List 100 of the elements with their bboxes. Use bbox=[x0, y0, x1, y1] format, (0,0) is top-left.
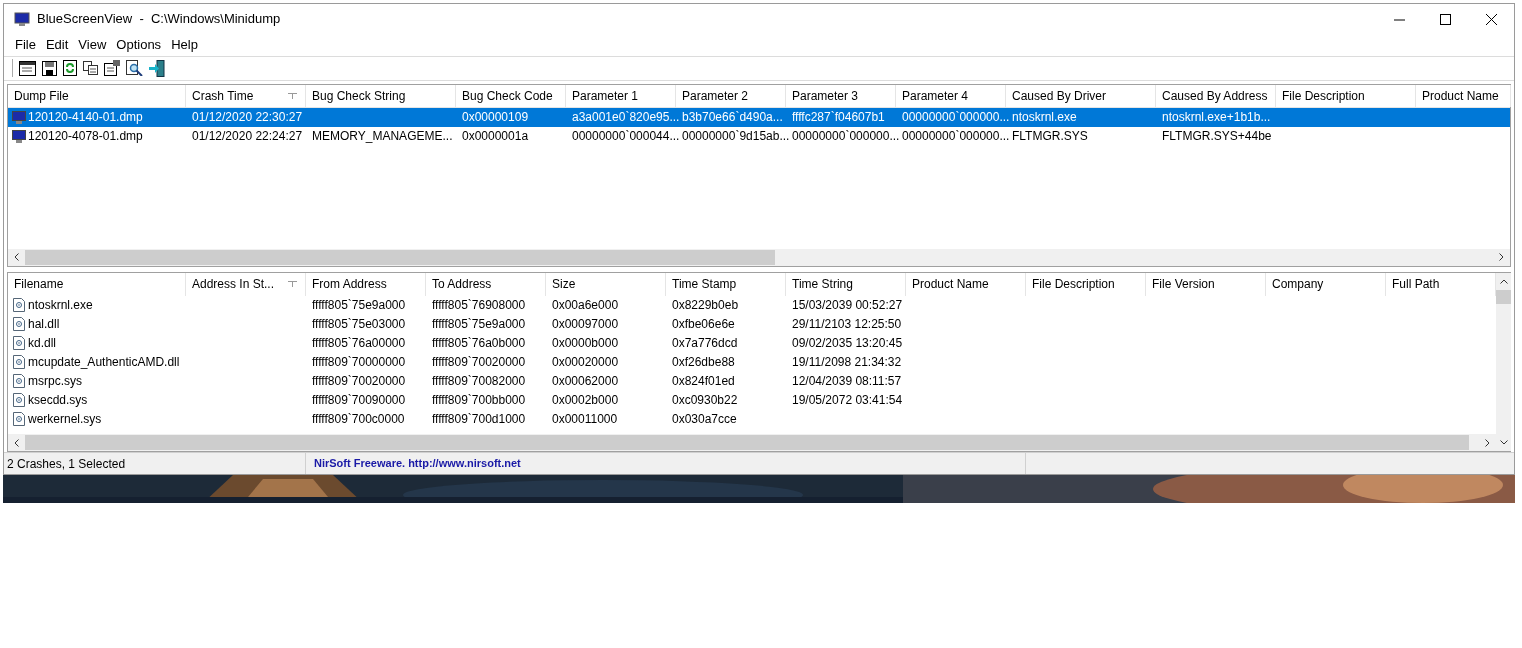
table-cell-text: ffffc287`f04607b1 bbox=[792, 109, 885, 127]
column-header[interactable]: From Address bbox=[306, 272, 426, 296]
vertical-scrollbar[interactable] bbox=[1496, 272, 1511, 452]
scroll-right-icon[interactable] bbox=[1485, 438, 1490, 447]
table-cell-text: b3b70e66`d490a... bbox=[682, 109, 783, 127]
refresh-icon[interactable] bbox=[63, 60, 77, 77]
table-cell-text: fffff809`700bb000 bbox=[432, 392, 526, 410]
table-cell-text: ksecdd.sys bbox=[28, 392, 88, 410]
scroll-up-icon[interactable] bbox=[1499, 278, 1508, 284]
table-cell-text: fffff809`700d1000 bbox=[432, 411, 526, 429]
column-header[interactable]: File Version bbox=[1146, 272, 1266, 296]
table-cell-text: 0x0000001a bbox=[462, 128, 529, 146]
table-cell-text: 0x00000109 bbox=[462, 109, 529, 127]
column-header[interactable]: Size bbox=[546, 272, 666, 296]
column-header[interactable]: Dump File bbox=[8, 84, 186, 107]
crash-row[interactable]: 120120-4078-01.dmp 01/12/2020 22:24:27 MEMORY_MANAGEME... 0x0000001a 00000000`000044... 00000000`9d15ab... 00000000`000000... 00000000`000000... FLTMGR.SYS FLTMGR.SYS+44be bbox=[8, 126, 1510, 146]
table-cell-text: 0x00097000 bbox=[552, 316, 619, 334]
menu-item[interactable]: Help bbox=[166, 35, 203, 55]
column-header[interactable]: Parameter 3 bbox=[786, 84, 896, 107]
table-cell-text: 0x00062000 bbox=[552, 373, 619, 391]
table-cell-text: mcupdate_AuthenticAMD.dll bbox=[28, 354, 180, 372]
table-cell-text: 0x0000b000 bbox=[552, 335, 619, 353]
column-header[interactable]: Crash Time bbox=[186, 84, 306, 107]
column-header[interactable]: Bug Check String bbox=[306, 84, 456, 107]
column-header[interactable]: File Description bbox=[1026, 272, 1146, 296]
table-cell-text: 00000000`000000... bbox=[792, 128, 900, 146]
table-cell-text: 0xc0930b22 bbox=[672, 392, 738, 410]
file-icon bbox=[13, 298, 25, 313]
table-cell-text: 0x8229b0eb bbox=[672, 297, 739, 315]
table-cell-text: 00000000`000000... bbox=[902, 109, 1010, 127]
table-cell-text: 09/02/2035 13:20:45 bbox=[792, 335, 903, 353]
properties-icon[interactable] bbox=[104, 60, 120, 77]
table-cell-text: fffff805`75e9a000 bbox=[312, 297, 406, 315]
save-icon[interactable] bbox=[42, 60, 57, 76]
column-header[interactable]: Caused By Driver bbox=[1006, 84, 1156, 107]
column-header[interactable]: Product Name bbox=[906, 272, 1026, 296]
table-cell-text: fffff809`70090000 bbox=[312, 392, 406, 410]
menu-item[interactable]: View bbox=[73, 35, 112, 55]
table-cell-text: 29/11/2103 12:25:50 bbox=[792, 316, 902, 334]
properties-window-icon[interactable] bbox=[19, 60, 36, 76]
table-cell-text: 15/03/2039 00:52:27 bbox=[792, 297, 903, 315]
file-icon bbox=[13, 412, 25, 427]
table-cell-text: 0x00020000 bbox=[552, 354, 619, 372]
table-cell-text: FLTMGR.SYS bbox=[1012, 128, 1088, 146]
table-cell-text: ntoskrnl.exe+1b1b... bbox=[1162, 109, 1271, 127]
table-cell-text: 01/12/2020 22:30:27 bbox=[192, 109, 303, 127]
scroll-left-icon[interactable] bbox=[14, 253, 19, 262]
table-cell-text: 0x030a7cce bbox=[672, 411, 737, 429]
table-cell-text: fffff809`70020000 bbox=[432, 354, 526, 372]
table-cell-text: 00000000`000044... bbox=[572, 128, 680, 146]
column-header[interactable]: Parameter 2 bbox=[676, 84, 786, 107]
table-cell-text: 0x824f01ed bbox=[672, 373, 735, 391]
menu-item[interactable]: Options bbox=[111, 35, 167, 55]
table-cell-text: fffff805`76908000 bbox=[432, 297, 526, 315]
column-header[interactable]: Parameter 4 bbox=[896, 84, 1006, 107]
monitor-icon bbox=[12, 129, 26, 143]
column-header[interactable]: Caused By Address bbox=[1156, 84, 1276, 107]
column-header[interactable]: Company bbox=[1266, 272, 1386, 296]
column-header[interactable]: Product Name bbox=[1416, 84, 1511, 107]
column-header[interactable]: To Address bbox=[426, 272, 546, 296]
table-cell-text: kd.dll bbox=[28, 335, 56, 353]
monitor-icon bbox=[12, 110, 26, 124]
table-cell-text: 0x7a776dcd bbox=[672, 335, 738, 353]
table-cell-text: 120120-4078-01.dmp bbox=[28, 128, 143, 146]
table-cell-text: hal.dll bbox=[28, 316, 60, 334]
scroll-left-icon[interactable] bbox=[14, 438, 19, 447]
column-header[interactable]: Filename bbox=[8, 272, 186, 296]
close-icon bbox=[1485, 13, 1497, 25]
table-cell-text: 19/05/2072 03:41:54 bbox=[792, 392, 903, 410]
scroll-right-icon[interactable] bbox=[1499, 253, 1504, 262]
table-cell-text: FLTMGR.SYS+44be bbox=[1162, 128, 1272, 146]
column-header[interactable]: Time String bbox=[786, 272, 906, 296]
horizontal-scrollbar[interactable] bbox=[8, 248, 1510, 266]
monitor-icon bbox=[14, 11, 30, 27]
file-icon bbox=[13, 393, 25, 408]
menu-item[interactable]: Edit bbox=[40, 35, 74, 55]
find-icon[interactable] bbox=[126, 60, 143, 77]
table-cell-text: MEMORY_MANAGEME... bbox=[312, 128, 453, 146]
table-cell-text: msrpc.sys bbox=[28, 373, 82, 391]
table-cell-text: a3a001e0`820e95... bbox=[572, 109, 680, 127]
copy-icon[interactable] bbox=[83, 61, 98, 76]
column-header[interactable]: Bug Check Code bbox=[456, 84, 566, 107]
table-cell-text: 0xfbe06e6e bbox=[672, 316, 735, 334]
scroll-thumb[interactable] bbox=[25, 249, 775, 265]
scroll-down-icon[interactable] bbox=[1499, 440, 1508, 446]
column-header[interactable]: Address In St... bbox=[186, 272, 306, 296]
table-cell-text: werkernel.sys bbox=[28, 411, 102, 429]
column-header[interactable]: File Description bbox=[1276, 84, 1416, 107]
maximize-icon bbox=[1439, 13, 1451, 25]
column-header[interactable]: Time Stamp bbox=[666, 272, 786, 296]
column-header[interactable]: Parameter 1 bbox=[566, 84, 676, 107]
menu-item[interactable]: File bbox=[10, 35, 41, 55]
file-icon bbox=[13, 374, 25, 389]
exit-icon[interactable] bbox=[149, 59, 165, 77]
table-cell-text: 12/04/2039 08:11:57 bbox=[792, 373, 902, 391]
scroll-thumb[interactable] bbox=[1496, 289, 1511, 304]
table-cell-text: 00000000`9d15ab... bbox=[682, 128, 790, 146]
website-link[interactable]: NirSoft Freeware. http://www.nirsoft.net bbox=[314, 455, 521, 472]
table-cell-text: 0xf26dbe88 bbox=[672, 354, 735, 372]
table-cell-text: ntoskrnl.exe bbox=[28, 297, 93, 315]
